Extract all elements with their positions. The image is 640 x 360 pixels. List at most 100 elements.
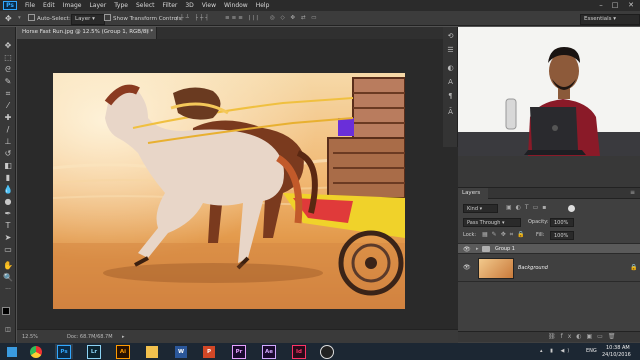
eyedropper-tool-icon[interactable]: ⁄ [3,101,13,111]
pen-tool-icon[interactable]: ✒ [3,209,13,219]
menu-type[interactable]: Type [110,0,132,11]
clone-stamp-tool-icon[interactable]: ⊥ [3,137,13,147]
menu-file[interactable]: File [21,0,39,11]
clock-time[interactable]: 10:38 AM [606,345,630,351]
marquee-tool-icon[interactable]: ⬚ [3,53,13,63]
document-tab[interactable]: Horse Fast Run.jpg @ 12.5% (Group 1, RGB… [17,27,157,39]
lock-icons[interactable]: ▦✎✥⌗🔒 [482,231,529,239]
menu-help[interactable]: Help [252,0,274,11]
workspace-label: Essentials [584,16,612,22]
zoom-tool-icon[interactable]: 🔍 [3,273,13,283]
opacity-value: 100% [554,220,569,226]
hand-tool-icon[interactable]: ✋ [3,261,13,271]
auto-select-value: Layer [75,16,91,22]
canvas-image[interactable] [53,73,405,309]
quick-select-tool-icon[interactable]: ✎ [3,77,13,87]
word-icon[interactable]: W [172,344,190,359]
layers-tab[interactable]: Layers [458,188,488,199]
panel-menu-icon[interactable]: ≡ [630,189,635,196]
glyphs-panel-icon[interactable]: Ã [445,107,456,118]
horse-cart-photo [53,73,405,309]
maximize-icon[interactable]: □ [608,0,622,11]
clock-date[interactable]: 24/10/2016 [602,352,631,358]
move-tool-icon[interactable]: ✥ [3,41,13,51]
quick-mask-icon[interactable]: ◫ [3,325,13,335]
lightroom-icon[interactable]: Lr [85,344,103,359]
visibility-eye-icon[interactable]: 👁 [463,246,471,253]
chrome-icon[interactable] [27,344,45,359]
adjustments-panel-icon[interactable]: ◐ [445,63,456,74]
language-indicator[interactable]: ENG [586,348,597,354]
menu-3d[interactable]: 3D [181,0,197,11]
menu-window[interactable]: Window [220,0,252,11]
properties-panel-icon[interactable]: ☰ [445,45,456,56]
distribute-icons[interactable]: ≡≡≡ ||| [225,14,260,23]
checkbox-icon [104,14,111,21]
healing-brush-tool-icon[interactable]: ✚ [3,113,13,123]
history-brush-tool-icon[interactable]: ↺ [3,149,13,159]
lasso-tool-icon[interactable]: ᘓ [3,65,13,75]
tab-bar-empty [157,27,458,39]
zoom-level[interactable]: 12.5% [22,334,38,340]
minimize-icon[interactable]: – [594,0,608,11]
dodge-tool-icon[interactable]: ● [3,197,13,207]
menu-edit[interactable]: Edit [39,0,59,11]
path-selection-tool-icon[interactable]: ➤ [3,233,13,243]
blur-tool-icon[interactable]: 💧 [3,185,13,195]
windows-start-icon[interactable] [3,344,21,359]
character-panel-icon[interactable]: A [445,77,456,88]
filter-toggle-icon[interactable] [568,205,575,212]
illustrator-icon[interactable]: Ai [114,344,132,359]
tool-preset-chevron-icon[interactable]: ▾ [18,14,21,23]
rectangle-tool-icon[interactable]: ▭ [3,245,13,255]
obs-icon[interactable] [318,344,336,359]
align-icons[interactable]: ┬┼┴ ├┼┤ [175,14,211,23]
auto-select-checkbox[interactable]: Auto-Select: [28,14,71,23]
layers-footer: ⛓fx◐▣▭🗑 [458,331,640,342]
eraser-tool-icon[interactable]: ◧ [3,161,13,171]
filter-type-icons[interactable]: ▣◐T▭▪ [506,204,550,211]
file-explorer-icon[interactable] [143,344,161,359]
filter-kind-dropdown[interactable]: Kind ▾ [463,204,498,213]
menu-layer[interactable]: Layer [85,0,110,11]
close-icon[interactable]: ✕ [624,0,638,11]
workspace-switcher[interactable]: Essentials ▾ [580,14,640,25]
more-tools-icon[interactable]: ··· [3,285,13,295]
opacity-input[interactable]: 100% [550,218,574,227]
gradient-tool-icon[interactable]: ▮ [3,173,13,183]
auto-select-dropdown[interactable]: Layer ▾ [71,14,105,25]
move-tool-icon[interactable]: ✥ [5,14,12,23]
photoshop-taskbar-icon[interactable]: Ps [55,344,73,359]
brush-tool-icon[interactable]: / [3,125,13,135]
menu-image[interactable]: Image [59,0,86,11]
status-menu-arrow-icon[interactable]: ▸ [122,334,125,340]
blend-row: Pass Through ▾ Opacity: 100% [458,218,640,228]
after-effects-icon[interactable]: Ae [260,344,278,359]
layer-row-background[interactable]: 👁 Background 🔒 [458,255,640,282]
close-tab-icon[interactable]: × [145,28,150,35]
layer-row-group-1[interactable]: 👁 ▸ Group 1 [458,243,640,254]
fill-value: 100% [554,233,569,239]
auto-select-label: Auto-Select: [37,16,71,22]
system-tray-icons[interactable]: ▴ ▮ ◀) [540,348,572,354]
menu-filter[interactable]: Filter [159,0,182,11]
fill-input[interactable]: 100% [550,231,574,240]
layer-thumbnail [478,258,514,279]
menu-select[interactable]: Select [132,0,159,11]
visibility-eye-icon[interactable]: 👁 [463,264,471,271]
paragraph-panel-icon[interactable]: ¶ [445,91,456,102]
layers-panel-header: Layers ≡ [458,188,640,199]
premiere-icon[interactable]: Pr [230,344,248,359]
menu-view[interactable]: View [198,0,220,11]
powerpoint-icon[interactable]: P [200,344,218,359]
foreground-color-swatch[interactable] [2,307,10,315]
expand-arrow-icon[interactable]: ▸ [476,246,479,252]
type-tool-icon[interactable]: T [3,221,13,231]
layers-footer-icons[interactable]: ⛓fx◐▣▭🗑 [548,333,620,340]
indesign-icon[interactable]: Id [290,344,308,359]
show-transform-checkbox[interactable]: Show Transform Controls [104,14,181,23]
crop-tool-icon[interactable]: ⌗ [3,89,13,99]
history-panel-icon[interactable]: ⟲ [445,31,456,42]
blend-mode-dropdown[interactable]: Pass Through ▾ [463,218,521,227]
3d-mode-icons[interactable]: ◎ ◇ ✥ ⇄ ▭ [270,14,318,23]
